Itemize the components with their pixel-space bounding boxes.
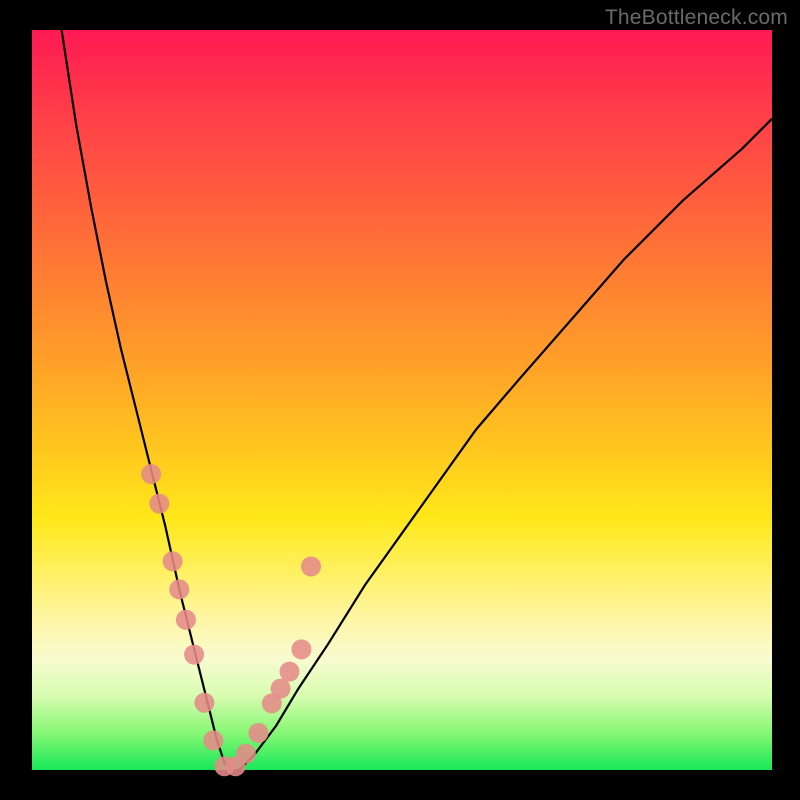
marker-dot [176,610,196,630]
marker-dot [248,723,268,743]
marker-dot [203,730,223,750]
marker-dot [149,494,169,514]
marker-dot [291,639,311,659]
marker-dot [271,679,291,699]
marker-dot [184,645,204,665]
chart-svg [32,30,772,770]
marker-dot [169,579,189,599]
plot-area [32,30,772,770]
marker-dot [236,744,256,764]
marker-dot [194,693,214,713]
marker-dot [141,464,161,484]
bottleneck-curve [62,30,772,770]
chart-frame: TheBottleneck.com [0,0,800,800]
marker-dot [301,557,321,577]
marker-dot [163,551,183,571]
marker-group [141,464,321,776]
marker-dot [280,662,300,682]
watermark-text: TheBottleneck.com [605,6,788,30]
